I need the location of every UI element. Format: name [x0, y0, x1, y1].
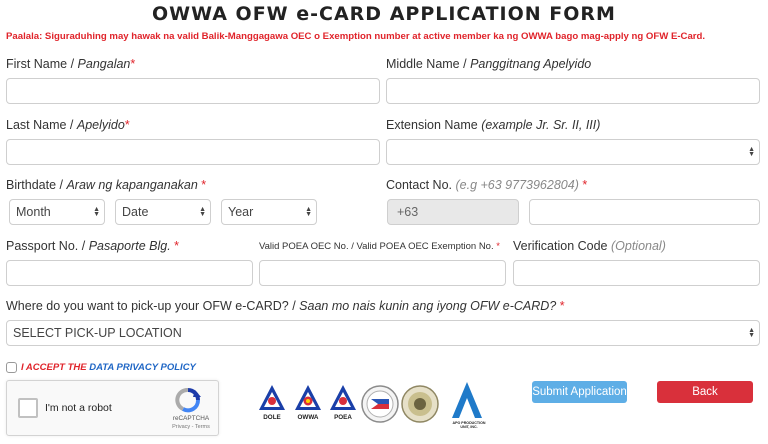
apo-logo-icon	[452, 382, 482, 418]
recaptcha-widget: I'm not a robot reCAPTCHA Privacy - Term…	[6, 380, 219, 436]
birthdate-label: Birthdate / Araw ng kapanganakan *	[6, 178, 207, 192]
middle-name-input[interactable]	[386, 78, 760, 104]
birth-year-value: Year	[228, 205, 254, 219]
contact-number-input[interactable]	[529, 199, 760, 225]
dole-logo-icon	[259, 385, 285, 410]
middle-name-label: Middle Name / Panggitnang Apelyido	[386, 57, 592, 71]
pickup-label: Where do you want to pick-up your OFW e-…	[6, 299, 565, 313]
submit-application-button[interactable]: Submit Application	[532, 381, 627, 403]
select-arrows-icon: ▲ ▼	[93, 206, 100, 218]
pickup-location-select[interactable]: SELECT PICK-UP LOCATION ▲ ▼	[6, 320, 760, 346]
reminder-notice: Paalala: Siguraduhing may hawak na valid…	[6, 31, 706, 42]
owwa-caption: OWWA	[297, 414, 319, 421]
poea-caption: POEA	[334, 414, 352, 421]
verification-label: Verification Code (Optional)	[513, 239, 666, 253]
select-arrows-icon: ▲ ▼	[748, 146, 755, 158]
verification-input[interactable]	[513, 260, 760, 286]
oec-input[interactable]	[259, 260, 506, 286]
recaptcha-label: I'm not a robot	[45, 402, 112, 414]
recaptcha-logo-icon	[175, 388, 201, 413]
government-seal-icon	[361, 385, 399, 423]
dole-caption: DOLE	[263, 414, 281, 421]
last-name-input[interactable]	[6, 139, 380, 165]
first-name-label: First Name / Pangalan*	[6, 57, 136, 71]
extension-name-label: Extension Name (example Jr. Sr. II, III)	[386, 118, 601, 132]
passport-label: Passport No. / Pasaporte Blg. *	[6, 239, 180, 253]
recaptcha-brand: reCAPTCHA	[172, 415, 210, 422]
select-arrows-icon: ▲ ▼	[199, 206, 206, 218]
recaptcha-checkbox[interactable]	[18, 398, 38, 418]
poea-logo-icon	[330, 385, 356, 410]
pickup-location-value: SELECT PICK-UP LOCATION	[13, 326, 182, 340]
privacy-accept-label: I ACCEPT THE DATA PRIVACY POLICY	[21, 362, 196, 373]
passport-input[interactable]	[6, 260, 253, 286]
apo-caption: APO PRODUCTION UNIT, INC.	[452, 421, 486, 429]
oec-label: Valid POEA OEC No. / Valid POEA OEC Exem…	[259, 241, 500, 252]
select-arrows-icon: ▲ ▼	[305, 206, 312, 218]
owwa-logo-icon	[295, 385, 321, 410]
birth-day-select[interactable]: Date ▲ ▼	[115, 199, 211, 225]
recaptcha-terms-link[interactable]: Privacy - Terms	[165, 424, 217, 430]
agency-seal-icon	[401, 385, 439, 423]
extension-name-select[interactable]: ▲ ▼	[386, 139, 760, 165]
birth-month-value: Month	[16, 205, 51, 219]
last-name-label: Last Name / Apelyido*	[6, 118, 130, 132]
privacy-checkbox[interactable]	[6, 362, 17, 373]
page-title: OWWA OFW e-CARD APPLICATION FORM	[152, 3, 616, 25]
first-name-input[interactable]	[6, 78, 380, 104]
back-button[interactable]: Back	[657, 381, 753, 403]
birth-month-select[interactable]: Month ▲ ▼	[9, 199, 105, 225]
birth-day-value: Date	[122, 205, 149, 219]
contact-label: Contact No. (e.g +63 9773962804) *	[386, 178, 588, 192]
birth-year-select[interactable]: Year ▲ ▼	[221, 199, 317, 225]
agency-logos: DOLE OWWA POEA APO PRODUCTION UNIT, INC.	[255, 382, 500, 429]
privacy-policy-link[interactable]: DATA PRIVACY POLICY	[89, 362, 196, 373]
privacy-prefix: I ACCEPT THE	[21, 362, 90, 373]
select-arrows-icon: ▲ ▼	[748, 327, 755, 339]
country-code-field: +63	[387, 199, 519, 225]
